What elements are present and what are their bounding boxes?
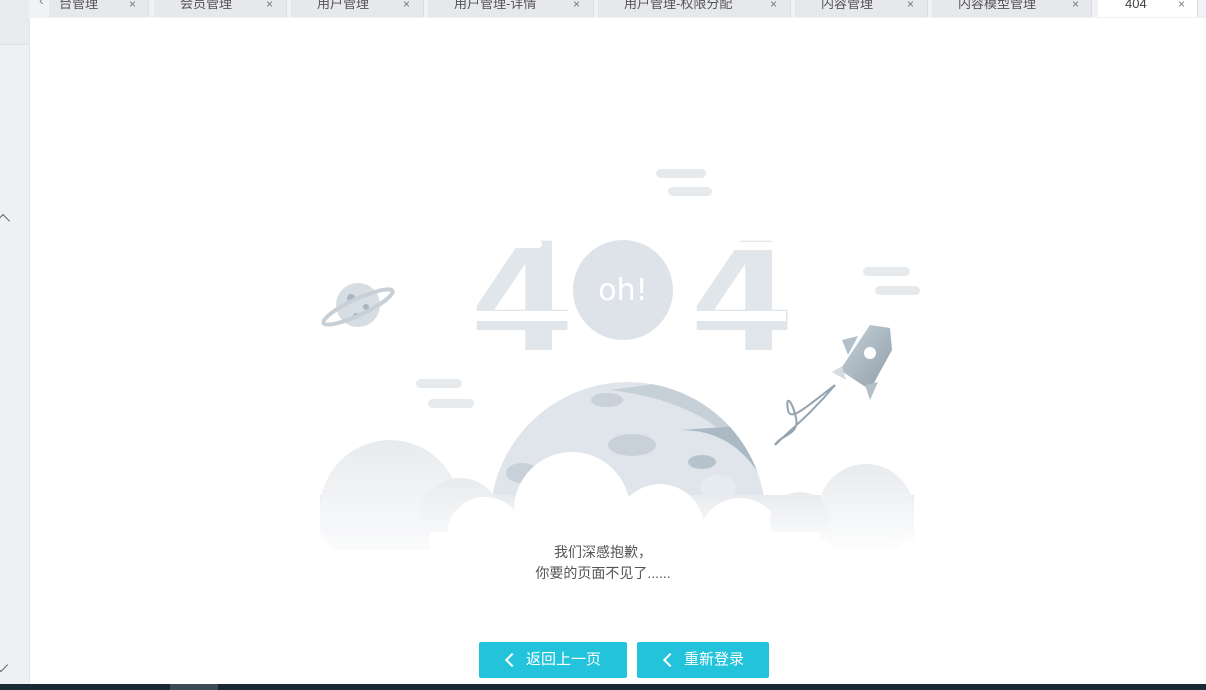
cloud-bar-top <box>656 169 712 196</box>
cloud-bar-left <box>416 379 474 408</box>
tab-label: 会员管理 <box>180 0 233 11</box>
taskbar-item[interactable] <box>170 684 218 690</box>
error-page: ‹ 台管理 × 会员管理 × 用户管理 × 用户管理-详情 × 用户管理-权限分… <box>0 0 1206 690</box>
oh-bubble-text: oh! <box>598 273 647 308</box>
close-icon[interactable]: × <box>573 0 580 15</box>
back-button[interactable]: 返回上一页 <box>479 642 627 678</box>
chevron-left-icon <box>662 652 678 668</box>
sidebar-header <box>0 0 29 45</box>
404-graphic: 4 4 oh! <box>456 212 794 386</box>
error-message-line2: 你要的页面不见了...... <box>535 565 671 581</box>
relogin-button-label: 重新登录 <box>684 651 745 668</box>
planet-icon <box>321 283 395 327</box>
tab-label: 用户管理-权限分配 <box>624 0 733 11</box>
back-button-label: 返回上一页 <box>526 651 602 668</box>
close-icon[interactable]: × <box>770 0 777 15</box>
close-icon[interactable]: × <box>266 0 273 15</box>
svg-text:4: 4 <box>690 212 794 386</box>
chevron-left-icon[interactable]: ‹ <box>39 0 44 8</box>
tab-content-model[interactable]: 内容模型管理 × <box>932 0 1092 17</box>
close-icon[interactable]: × <box>129 0 136 15</box>
tab-user-detail[interactable]: 用户管理-详情 × <box>428 0 594 17</box>
tab-label: 404 <box>1125 0 1147 11</box>
chevron-down-icon[interactable] <box>0 657 9 673</box>
close-icon[interactable]: × <box>1072 0 1079 15</box>
tab-label: 台管理 <box>59 0 99 11</box>
chevron-up-icon[interactable] <box>0 213 11 229</box>
svg-text:4: 4 <box>470 212 574 386</box>
close-icon[interactable]: × <box>907 0 914 15</box>
tab-user-permission[interactable]: 用户管理-权限分配 × <box>598 0 791 17</box>
close-icon[interactable]: × <box>1178 0 1185 15</box>
close-icon[interactable]: × <box>403 0 410 15</box>
tab-member-management[interactable]: 会员管理 × <box>154 0 287 17</box>
error-message-line1: 我们深感抱歉， <box>554 544 652 560</box>
tab-label: 内容管理 <box>821 0 874 11</box>
tab-label: 用户管理-详情 <box>454 0 537 11</box>
tab-platform-management[interactable]: 台管理 × <box>49 0 149 17</box>
taskbar <box>0 684 1206 690</box>
tab-label: 内容模型管理 <box>958 0 1037 11</box>
tab-bar: ‹ 台管理 × 会员管理 × 用户管理 × 用户管理-详情 × 用户管理-权限分… <box>29 0 1206 18</box>
tab-label: 用户管理 <box>317 0 370 11</box>
tab-404[interactable]: 404 × <box>1098 0 1198 17</box>
chevron-left-icon <box>504 652 520 668</box>
tab-content-management[interactable]: 内容管理 × <box>795 0 928 17</box>
cloud-bar-right <box>863 267 920 295</box>
relogin-button[interactable]: 重新登录 <box>637 642 769 678</box>
404-illustration: 4 4 oh! <box>320 169 920 550</box>
tab-user-management[interactable]: 用户管理 × <box>291 0 424 17</box>
